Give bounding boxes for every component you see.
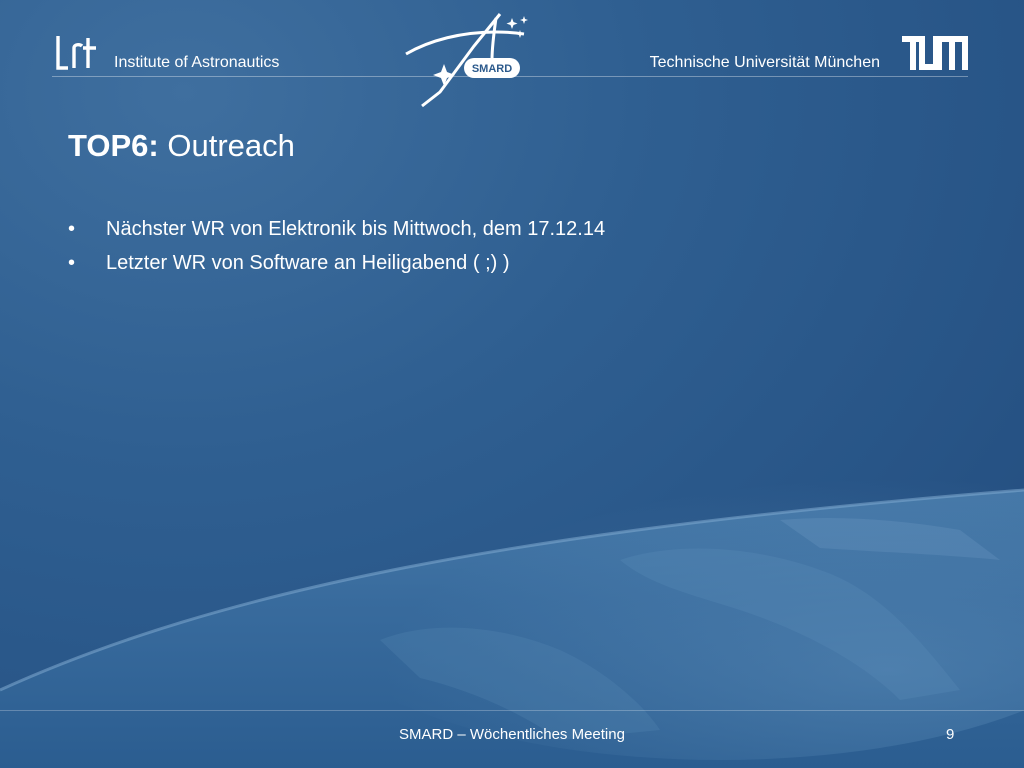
lrt-logo-icon (56, 36, 96, 70)
slide-title-prefix: TOP6: (68, 128, 159, 163)
bullet-dot: • (68, 218, 76, 240)
bullet-dot: • (68, 252, 76, 274)
header-divider (52, 76, 968, 77)
institute-name: Institute of Astronautics (114, 54, 280, 71)
slide-title: TOP6: Outreach (68, 128, 295, 164)
earth-horizon-image (0, 440, 1024, 768)
bullet-text: Nächster WR von Elektronik bis Mittwoch,… (106, 218, 606, 240)
university-name: Technische Universität München (649, 54, 880, 71)
slide-title-text: Outreach (158, 128, 295, 163)
bullet-list: • Nächster WR von Elektronik bis Mittwoc… (68, 212, 605, 280)
smard-logo-text: SMARD (472, 63, 512, 75)
slide-background: Institute of Astronautics SMARD Technisc… (0, 0, 1024, 768)
bullet-item: • Letzter WR von Software an Heiligabend… (68, 246, 605, 280)
smard-logo-icon: SMARD (405, 13, 528, 108)
footer-title: SMARD – Wöchentliches Meeting (399, 726, 625, 743)
bullet-text: Letzter WR von Software an Heiligabend (… (106, 252, 510, 274)
tum-logo-icon (902, 36, 968, 70)
bullet-item: • Nächster WR von Elektronik bis Mittwoc… (68, 212, 605, 246)
page-number: 9 (946, 726, 955, 743)
footer-divider (0, 710, 1024, 711)
